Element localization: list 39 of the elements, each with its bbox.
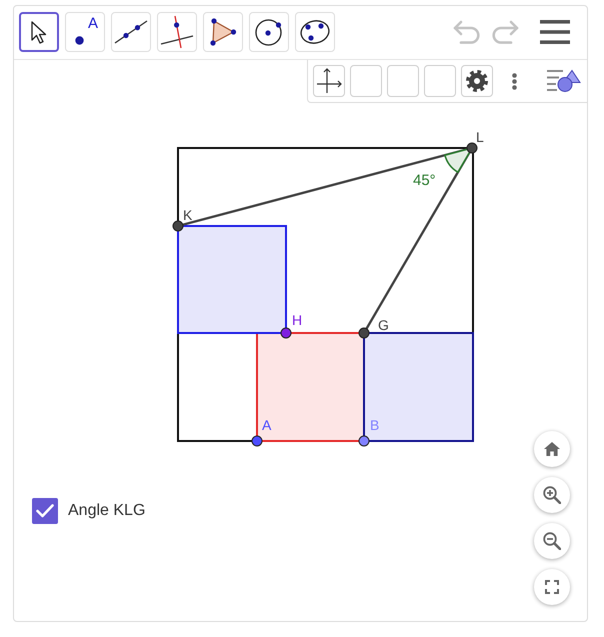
menu-icon [540,20,570,44]
zoom-in-icon [543,486,561,504]
settings-icon [466,70,488,92]
perpendicular-lines-icon [160,15,194,49]
undo-icon [452,20,482,44]
axes-button[interactable] [313,65,345,97]
checkbox[interactable] [32,498,58,524]
more-icon [512,72,516,90]
angle-label: 45° [413,172,436,189]
tool-button[interactable]: A [65,12,105,52]
triangle-icon [210,18,236,46]
angle-marker [444,147,473,173]
tool-button[interactable] [19,12,59,52]
fullscreen-icon [545,580,559,594]
home-button[interactable] [534,431,570,467]
axes-icon [316,68,342,94]
zoom-in-button[interactable] [534,477,570,513]
point-label: H [292,312,302,328]
home-icon [544,442,560,456]
checkmark-icon [36,504,54,518]
ellipse-icon [300,19,330,45]
point-label: B [370,417,380,433]
zoom-out-icon [543,532,561,550]
style-bar-toggle-button[interactable] [547,69,581,93]
menu-button[interactable] [540,20,570,44]
point-icon [75,36,84,45]
redo-icon [490,20,520,44]
settings-button[interactable] [461,65,493,97]
checkbox-label: Angle KLG [68,502,146,520]
shapes-icon [547,69,581,93]
point-label: K [183,207,192,223]
zoom-out-button[interactable] [534,523,570,559]
point-label: G [378,317,389,333]
point-label: A [262,417,272,433]
circle-icon [255,18,283,46]
fullscreen-button[interactable] [534,569,570,605]
cursor-icon [31,20,47,44]
point-label: L [476,129,484,145]
line-icon [114,20,148,44]
